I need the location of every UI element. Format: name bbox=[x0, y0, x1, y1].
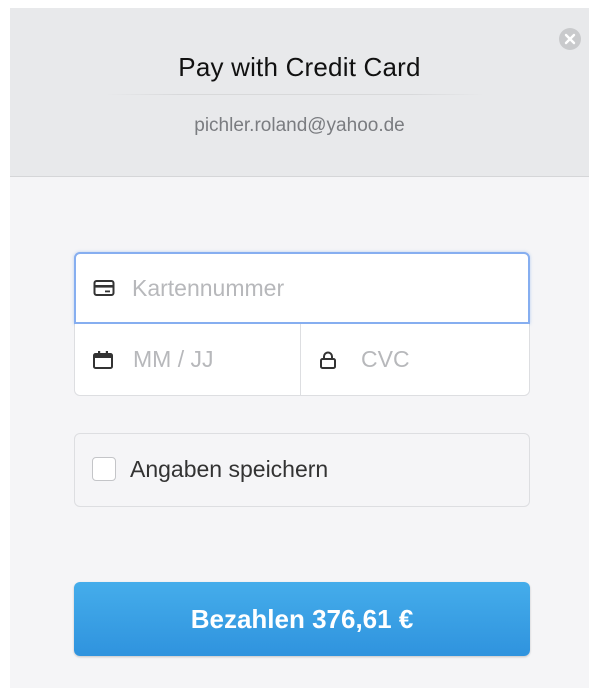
card-number-field[interactable] bbox=[74, 252, 530, 324]
expiry-input[interactable] bbox=[133, 324, 283, 395]
remember-checkbox[interactable] bbox=[92, 457, 116, 481]
remember-me-option[interactable]: Angaben speichern bbox=[74, 433, 530, 507]
cvc-input[interactable] bbox=[361, 324, 511, 395]
payment-modal: Pay with Credit Card pichler.roland@yaho… bbox=[10, 8, 589, 688]
user-email: pichler.roland@yahoo.de bbox=[194, 115, 405, 136]
title-divider bbox=[105, 94, 485, 95]
remember-label: Angaben speichern bbox=[130, 456, 329, 482]
card-details-group bbox=[74, 252, 530, 396]
close-button[interactable] bbox=[559, 28, 581, 50]
expiry-field[interactable] bbox=[75, 324, 301, 395]
cvc-field[interactable] bbox=[301, 324, 529, 395]
lock-icon bbox=[320, 351, 336, 369]
modal-header: Pay with Credit Card pichler.roland@yaho… bbox=[10, 8, 589, 177]
credit-card-icon bbox=[93, 280, 115, 296]
card-number-input[interactable] bbox=[132, 254, 512, 322]
pay-button[interactable]: Bezahlen 376,61 € bbox=[74, 582, 530, 656]
modal-title: Pay with Credit Card bbox=[178, 52, 421, 82]
calendar-icon bbox=[93, 350, 113, 369]
close-icon bbox=[564, 33, 576, 45]
